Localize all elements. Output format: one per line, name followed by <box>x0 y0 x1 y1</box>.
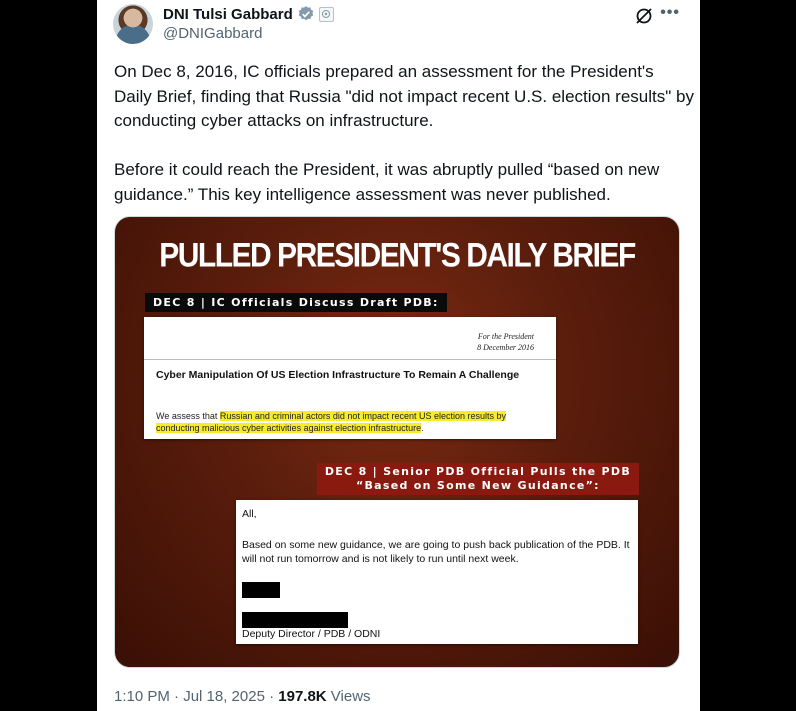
email-salutation: All, <box>242 508 257 520</box>
pdb-meta-recipient: For the President <box>477 332 534 341</box>
pdb-meta-date: 8 December 2016 <box>477 343 534 352</box>
tweet-card: DNI Tulsi Gabbard @DNIGabbard ••• On Dec… <box>97 0 700 711</box>
pdb-divider <box>144 359 556 360</box>
pdb-body: We assess that Russian and criminal acto… <box>156 410 536 434</box>
email-message: Based on some new guidance, we are going… <box>242 539 630 565</box>
pdb-meta: For the President 8 December 2016 <box>477 331 534 353</box>
redaction-block <box>242 612 348 628</box>
media-tag-pulled-line1: DEC 8 | Senior PDB Official Pulls the PD… <box>324 465 631 478</box>
media-tag-pulled-line2: “Based on Some New Guidance”: <box>355 479 600 492</box>
views-count[interactable]: 197.8K <box>278 688 326 705</box>
views-label: Views <box>326 688 371 705</box>
pdb-heading: Cyber Manipulation Of US Election Infras… <box>156 369 520 381</box>
grok-icon[interactable] <box>634 6 654 26</box>
author-display-name[interactable]: DNI Tulsi Gabbard <box>163 6 293 23</box>
tweet-timestamp[interactable]: 1:10 PM · Jul 18, 2025 · <box>114 688 278 705</box>
tweet-media-image[interactable]: PULLED PRESIDENT'S DAILY BRIEF DEC 8 | I… <box>114 216 680 668</box>
author-handle[interactable]: @DNIGabbard <box>163 25 262 42</box>
pdb-body-prefix: We assess that <box>156 411 220 421</box>
pdb-body-suffix: . <box>421 423 424 433</box>
author-name-row: DNI Tulsi Gabbard <box>163 5 334 23</box>
email-signature: Deputy Director / PDB / ODNI <box>242 628 381 640</box>
email-document: All, Based on some new guidance, we are … <box>236 500 638 644</box>
media-tag-pulled: DEC 8 | Senior PDB Official Pulls the PD… <box>316 463 639 495</box>
tweet-text: On Dec 8, 2016, IC officials prepared an… <box>114 62 694 204</box>
verified-badge-icon[interactable] <box>297 5 315 23</box>
tweet-footer: 1:10 PM · Jul 18, 2025 · 197.8K Views <box>114 688 371 705</box>
media-tag-draft: DEC 8 | IC Officials Discuss Draft PDB: <box>145 293 447 312</box>
redaction-block <box>242 582 280 598</box>
media-title: PULLED PRESIDENT'S DAILY BRIEF <box>159 236 636 275</box>
more-icon[interactable]: ••• <box>660 4 680 22</box>
avatar[interactable] <box>113 4 153 44</box>
government-affiliation-icon[interactable] <box>318 6 334 22</box>
pdb-draft-document: For the President 8 December 2016 Cyber … <box>144 317 556 439</box>
